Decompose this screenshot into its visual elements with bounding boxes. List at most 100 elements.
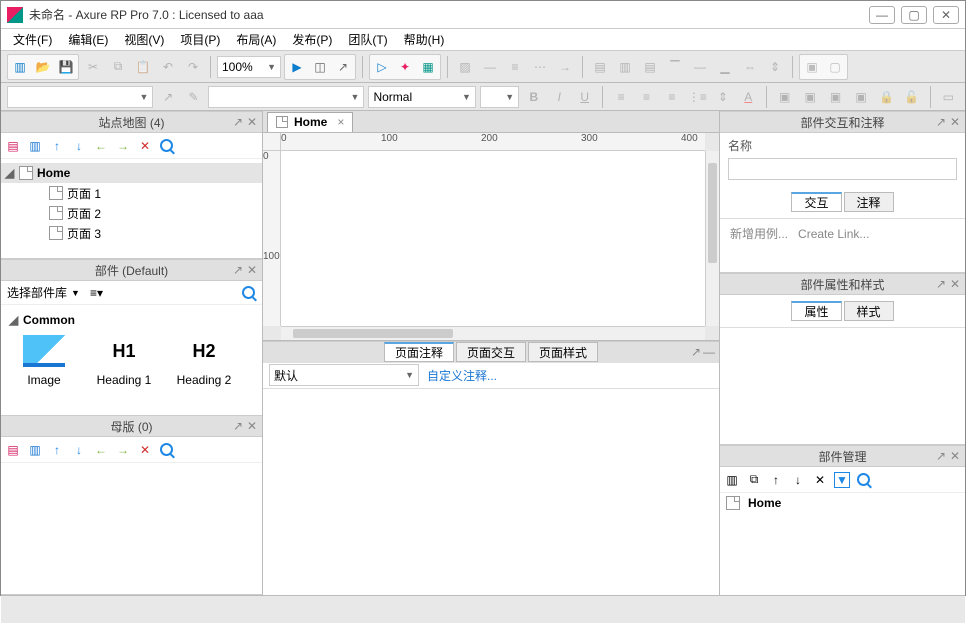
zoom-combo[interactable]: 100% ▼ (217, 56, 281, 78)
italic-icon[interactable]: I (549, 86, 570, 108)
menu-file[interactable]: 文件(F) (7, 29, 58, 50)
panel-expand-icon[interactable]: ↗ (232, 419, 244, 433)
dist-h-icon[interactable]: ⇔ (739, 56, 761, 78)
options-icon[interactable]: ≡▾ (90, 286, 103, 300)
panel-close-icon[interactable]: ✕ (949, 115, 961, 129)
tab-notes[interactable]: 注释 (844, 192, 894, 212)
widget-style-combo[interactable]: ▼ (7, 86, 153, 108)
tree-page-1[interactable]: 页面 1 (1, 183, 262, 203)
custom-annotation-link[interactable]: 自定义注释... (427, 367, 497, 384)
add-case-link[interactable]: 新增用例... (730, 227, 788, 241)
cut-icon[interactable]: ✂ (82, 56, 104, 78)
search-widgets-icon[interactable] (242, 286, 256, 300)
master-up-icon[interactable]: ↑ (49, 442, 65, 458)
panel-close-icon[interactable]: ✕ (246, 419, 258, 433)
panel-close-icon[interactable]: ✕ (949, 277, 961, 291)
tab-page-notes[interactable]: 页面注释 (384, 342, 454, 362)
panel-expand-icon[interactable]: ↗ (935, 449, 947, 463)
bold-icon[interactable]: B (523, 86, 544, 108)
align-right-icon[interactable]: ▤ (639, 56, 661, 78)
font-size-combo[interactable]: ▼ (480, 86, 519, 108)
minimize-button[interactable]: — (869, 6, 895, 24)
undo-icon[interactable]: ↶ (157, 56, 179, 78)
outdent-icon[interactable]: ← (93, 138, 109, 154)
font-color-icon[interactable]: A (738, 86, 759, 108)
add-folder-icon[interactable]: ▥ (27, 138, 43, 154)
arrow-icon[interactable]: → (554, 56, 576, 78)
fill-icon[interactable]: ▨ (454, 56, 476, 78)
widget-name-input[interactable] (728, 158, 957, 180)
font-family-combo[interactable]: ▼ (208, 86, 364, 108)
style-paint-icon[interactable]: ✎ (183, 86, 204, 108)
text-align-center-icon[interactable]: ≡ (636, 86, 657, 108)
align-center-icon[interactable]: ▥ (614, 56, 636, 78)
canvas-area[interactable] (281, 151, 705, 326)
widget-item-image[interactable]: Image (9, 335, 79, 387)
group-icon[interactable]: ▣ (801, 56, 823, 78)
paste-icon[interactable]: 📋 (132, 56, 154, 78)
outline-down-icon[interactable]: ↓ (790, 472, 806, 488)
align-left-icon[interactable]: ▤ (589, 56, 611, 78)
panel-collapse-icon[interactable]: — (703, 345, 715, 359)
align-bot-icon[interactable]: ▁ (714, 56, 736, 78)
share-icon[interactable]: ✦ (394, 56, 416, 78)
order-forward-icon[interactable]: ▣ (799, 86, 820, 108)
select-contained-icon[interactable]: ◫ (309, 56, 331, 78)
ungroup-icon[interactable]: ▢ (824, 56, 846, 78)
menu-edit[interactable]: 编辑(E) (62, 29, 114, 50)
dist-v-icon[interactable]: ⇕ (764, 56, 786, 78)
panel-expand-icon[interactable]: ↗ (232, 115, 244, 129)
order-front-icon[interactable]: ▣ (774, 86, 795, 108)
tree-page-2[interactable]: 页面 2 (1, 203, 262, 223)
add-master-folder-icon[interactable]: ▥ (27, 442, 43, 458)
order-back-icon[interactable]: ▣ (850, 86, 871, 108)
tab-interact[interactable]: 交互 (791, 192, 841, 212)
search-masters-icon[interactable] (159, 442, 175, 458)
line-icon[interactable]: ― (479, 56, 501, 78)
close-tab-icon[interactable]: × (337, 115, 344, 129)
menu-help[interactable]: 帮助(H) (398, 29, 451, 50)
lock-icon[interactable]: 🔒 (876, 86, 897, 108)
panel-close-icon[interactable]: ✕ (949, 449, 961, 463)
line-width-icon[interactable]: ≡ (504, 56, 526, 78)
tree-root[interactable]: ◢ Home (1, 163, 262, 183)
menu-team[interactable]: 团队(T) (342, 29, 393, 50)
copy-icon[interactable]: ⧉ (107, 56, 129, 78)
outline-copy-icon[interactable]: ⧉ (746, 472, 762, 488)
annotation-body[interactable] (263, 389, 719, 596)
new-file-icon[interactable]: ▥ (9, 56, 31, 78)
widget-category[interactable]: ◢ Common (9, 313, 254, 327)
master-indent-icon[interactable]: → (115, 442, 131, 458)
menu-publish[interactable]: 发布(P) (286, 29, 338, 50)
indent-icon[interactable]: → (115, 138, 131, 154)
menu-layout[interactable]: 布局(A) (230, 29, 282, 50)
tab-properties[interactable]: 属性 (791, 301, 841, 321)
outline-filter-icon[interactable]: ▼ (834, 472, 850, 488)
panel-expand-icon[interactable]: ↗ (935, 115, 947, 129)
underline-icon[interactable]: U (574, 86, 595, 108)
align-top-icon[interactable]: ▔ (664, 56, 686, 78)
tab-style[interactable]: 样式 (844, 301, 894, 321)
align-mid-icon[interactable]: ― (689, 56, 711, 78)
delete-master-icon[interactable]: ✕ (137, 442, 153, 458)
outline-search-icon[interactable] (856, 472, 872, 488)
text-align-right-icon[interactable]: ≡ (661, 86, 682, 108)
panel-close-icon[interactable]: ✕ (246, 115, 258, 129)
move-down-icon[interactable]: ↓ (71, 138, 87, 154)
scrollbar-horizontal[interactable] (281, 326, 705, 340)
move-up-icon[interactable]: ↑ (49, 138, 65, 154)
menu-project[interactable]: 项目(P) (174, 29, 226, 50)
canvas[interactable]: 0 100 200 300 400 0 100 200 (263, 133, 719, 341)
preview-icon[interactable]: ▷ (371, 56, 393, 78)
annotation-select[interactable]: 默认▼ (269, 364, 419, 386)
menu-view[interactable]: 视图(V) (118, 29, 170, 50)
tree-page-3[interactable]: 页面 3 (1, 223, 262, 243)
panel-expand-icon[interactable]: ↗ (935, 277, 947, 291)
master-outdent-icon[interactable]: ← (93, 442, 109, 458)
panel-expand-icon[interactable]: ↗ (232, 263, 244, 277)
scrollbar-vertical[interactable] (705, 151, 719, 326)
search-sitemap-icon[interactable] (159, 138, 175, 154)
connector-mode-icon[interactable]: ↗ (332, 56, 354, 78)
maximize-button[interactable]: ▢ (901, 6, 927, 24)
line-height-icon[interactable]: ⇕ (712, 86, 733, 108)
